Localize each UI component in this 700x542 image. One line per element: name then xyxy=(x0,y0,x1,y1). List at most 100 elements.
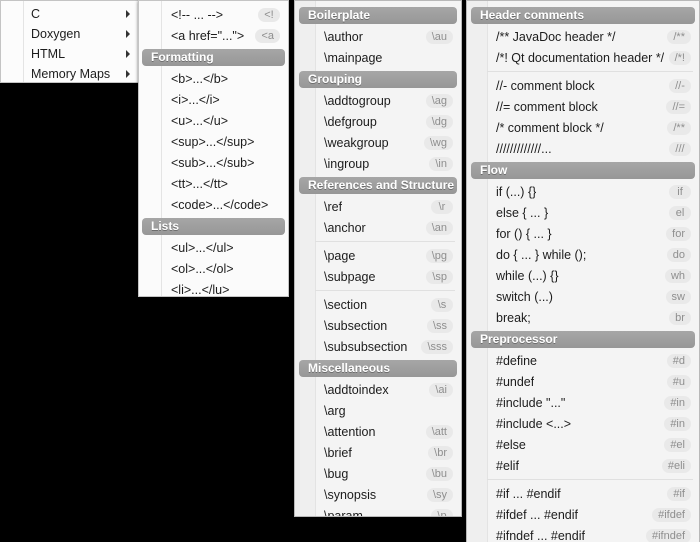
menu-item-a-href[interactable]: <a href="..."> <a xyxy=(139,25,288,46)
menu-item-include[interactable]: #include "..." #in xyxy=(467,392,699,413)
menu-item-code-code[interactable]: <code>...</code> xyxy=(139,194,288,215)
menu-item-sup-sup[interactable]: <sup>...</sup> xyxy=(139,131,288,152)
menu-item-label: \ref xyxy=(324,199,343,214)
menu-item-addtogroup[interactable]: \addtogroup \ag xyxy=(295,90,461,111)
menu-item-label: \arg xyxy=(324,403,346,418)
menu-item-tt-tt[interactable]: <tt>...</tt> xyxy=(139,173,288,194)
menu-item-ul-ul[interactable]: <ul>...</ul> xyxy=(139,237,288,258)
menu-item-label: <ul>...</ul> xyxy=(171,240,234,255)
menu-item-weakgroup[interactable]: \weakgroup \wg xyxy=(295,132,461,153)
menu-item-shortcut-badge: \in xyxy=(429,156,453,171)
menu-item-shortcut-badge: \s xyxy=(431,297,453,312)
menu-item-defgroup[interactable]: \defgroup \dg xyxy=(295,111,461,132)
menu-item-switch[interactable]: switch (...) sw xyxy=(467,286,699,307)
menu-item-ol-ol[interactable]: <ol>...</ol> xyxy=(139,258,288,279)
menu-item-label: HTML xyxy=(31,47,66,61)
menu-item-label: /** JavaDoc header */ xyxy=(496,29,616,44)
menu-item-shortcut-badge: /*! xyxy=(668,50,691,65)
menu-item-comment-block[interactable]: /* comment block */ /** xyxy=(467,117,699,138)
menu-separator xyxy=(315,290,455,291)
menu-item-label: \subsection xyxy=(324,318,388,333)
menu-item-javadoc-header[interactable]: /** JavaDoc header */ /** xyxy=(467,26,699,47)
menu-item-u-u[interactable]: <u>...</u> xyxy=(139,110,288,131)
menu-item-shortcut-badge: \ai xyxy=(429,382,453,397)
menu-item-section[interactable]: \section \s xyxy=(295,294,461,315)
section-header-miscellaneous: Miscellaneous xyxy=(299,360,457,377)
menu-item-i-i[interactable]: <i>...</i> xyxy=(139,89,288,110)
menu-item-subsection[interactable]: \subsection \ss xyxy=(295,315,461,336)
menu-item-else[interactable]: #else #el xyxy=(467,434,699,455)
menu-item-for[interactable]: for () { ... } for xyxy=(467,223,699,244)
menu-item-label: #undef xyxy=(496,374,535,389)
menu-item-ingroup[interactable]: \ingroup \in xyxy=(295,153,461,174)
menu-item-label: <u>...</u> xyxy=(171,113,228,128)
menu-item-param[interactable]: \param \p xyxy=(295,505,461,516)
menu-item-addtoindex[interactable]: \addtoindex \ai xyxy=(295,379,461,400)
menu-item-li-lu[interactable]: <li>...</lu> xyxy=(139,279,288,297)
menu-item-label: \section xyxy=(324,297,368,312)
menu-item-label: \mainpage xyxy=(324,50,383,65)
menu-item-label: #include <...> xyxy=(496,416,572,431)
menu-item-label: <tt>...</tt> xyxy=(171,176,228,191)
menu-item-else[interactable]: else { ... } el xyxy=(467,202,699,223)
menu-item-label: \attention xyxy=(324,424,376,439)
menu-item-synopsis[interactable]: \synopsis \sy xyxy=(295,484,461,505)
menu-item-shortcut-badge: el xyxy=(669,205,691,220)
menu-item-sub-sub[interactable]: <sub>...</sub> xyxy=(139,152,288,173)
menu-item-label: <a href="..."> xyxy=(171,28,245,43)
menu-item-if-endif[interactable]: #if ... #endif #if xyxy=(467,483,699,504)
menu-item-shortcut-badge: #ifdef xyxy=(652,507,691,522)
menu-item-define[interactable]: #define #d xyxy=(467,350,699,371)
menu-item-brief[interactable]: \brief \br xyxy=(295,442,461,463)
languages-menu-items: C Doxygen HTML Memory Maps xyxy=(1,1,138,82)
menu-item-lang-doxygen[interactable]: Doxygen xyxy=(1,24,138,44)
menu-item-subsubsection[interactable]: \subsubsection \sss xyxy=(295,336,461,357)
menu-item-shortcut-badge: <a xyxy=(255,28,280,43)
menu-item-shortcut-badge: #in xyxy=(664,395,691,410)
menu-item-shortcut-badge: #if xyxy=(667,486,691,501)
menu-item-anchor[interactable]: \anchor \an xyxy=(295,217,461,238)
menu-item-label: //= comment block xyxy=(496,99,598,114)
menu-item-lang-c[interactable]: C xyxy=(1,4,138,24)
menu-item-label: \page xyxy=(324,248,356,263)
menu-item-label: \subpage xyxy=(324,269,376,284)
menu-item-lang-memory-maps[interactable]: Memory Maps xyxy=(1,64,138,82)
menu-item-label: #elif xyxy=(496,458,519,473)
languages-menu-panel: C Doxygen HTML Memory Maps xyxy=(0,0,139,83)
menu-item-ifndef-endif[interactable]: #ifndef ... #endif #ifndef xyxy=(467,525,699,542)
menu-item-do-while[interactable]: do { ... } while (); do xyxy=(467,244,699,265)
menu-item-item[interactable]: /////////////... /// xyxy=(467,138,699,159)
menu-item-subpage[interactable]: \subpage \sp xyxy=(295,266,461,287)
menu-item-ref[interactable]: \ref \r xyxy=(295,196,461,217)
menu-item-b-b[interactable]: <b>...</b> xyxy=(139,68,288,89)
menu-item-label: if (...) {} xyxy=(496,184,537,199)
menu-item-shortcut-badge: \ag xyxy=(425,93,453,108)
menu-item-shortcut-badge: do xyxy=(666,247,691,262)
menu-item-while[interactable]: while (...) {} wh xyxy=(467,265,699,286)
menu-separator xyxy=(487,479,693,480)
html-menu-items: <!-- ... --> <! <a href="..."> <a Formatting… xyxy=(139,1,288,297)
menu-item-lang-html[interactable]: HTML xyxy=(1,44,138,64)
menu-item-arg[interactable]: \arg xyxy=(295,400,461,421)
menu-item-include[interactable]: #include <...> #in xyxy=(467,413,699,434)
menu-item-undef[interactable]: #undef #u xyxy=(467,371,699,392)
menu-item-author[interactable]: \author \au xyxy=(295,26,461,47)
menu-item-item[interactable]: <!-- ... --> <! xyxy=(139,4,288,25)
menu-item-if[interactable]: if (...) {} if xyxy=(467,181,699,202)
menu-item-ifdef-endif[interactable]: #ifdef ... #endif #ifdef xyxy=(467,504,699,525)
menu-item-shortcut-badge: #el xyxy=(664,437,691,452)
menu-item-label: <sup>...</sup> xyxy=(171,134,255,149)
menu-item-qt-documentation-header[interactable]: /*! Qt documentation header *//*! xyxy=(467,47,699,68)
menu-item-break[interactable]: break; br xyxy=(467,307,699,328)
menu-item-label: \anchor xyxy=(324,220,366,235)
menu-item-comment-block[interactable]: //= comment block //= xyxy=(467,96,699,117)
menu-item-bug[interactable]: \bug \bu xyxy=(295,463,461,484)
menu-item-elif[interactable]: #elif #eli xyxy=(467,455,699,476)
c-menu-panel: Header comments/** JavaDoc header *//** /… xyxy=(466,0,700,542)
menu-item-shortcut-badge: \att xyxy=(425,424,453,439)
menu-item-comment-block[interactable]: //- comment block //- xyxy=(467,75,699,96)
menu-item-page[interactable]: \page \pg xyxy=(295,245,461,266)
menu-item-shortcut-badge: \bu xyxy=(425,466,453,481)
menu-item-attention[interactable]: \attention \att xyxy=(295,421,461,442)
menu-item-mainpage[interactable]: \mainpage xyxy=(295,47,461,68)
